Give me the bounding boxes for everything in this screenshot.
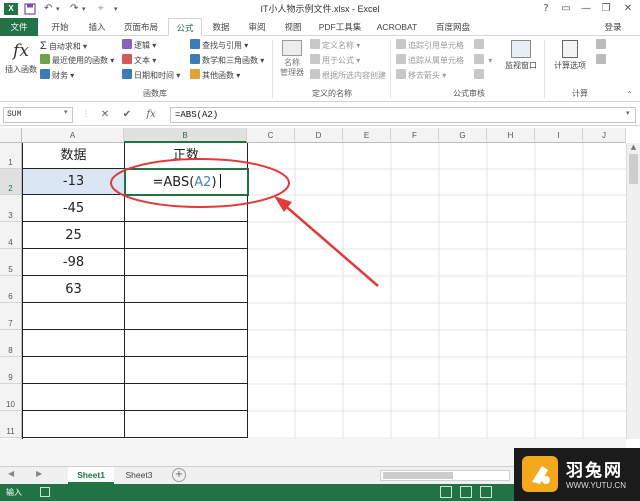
vertical-scrollbar[interactable]: ▲ — [626, 143, 640, 439]
vertical-scroll-thumb[interactable] — [629, 154, 638, 184]
status-mode: 输入 — [6, 488, 22, 497]
annotation-overlay — [110, 158, 379, 287]
scroll-up-icon[interactable]: ▲ — [627, 143, 640, 151]
horizontal-scrollbar[interactable] — [380, 470, 510, 481]
prev-sheet-icon[interactable]: ◀ — [8, 469, 14, 478]
horizontal-scroll-thumb[interactable] — [383, 472, 453, 479]
rabbit-logo-icon — [522, 456, 558, 492]
watermark-url: WWW.YUTU.CN — [566, 481, 626, 490]
next-sheet-icon[interactable]: ▶ — [36, 469, 42, 478]
annotation-ellipse — [110, 158, 290, 208]
macro-record-icon[interactable] — [40, 487, 50, 497]
annotation-arrow-line — [281, 202, 379, 287]
sheet-tab-sheet1[interactable]: Sheet1 — [68, 467, 114, 484]
page-layout-view-icon[interactable] — [460, 486, 472, 498]
new-sheet-button[interactable]: + — [172, 468, 186, 482]
normal-view-icon[interactable] — [440, 486, 452, 498]
watermark-brand: 羽兔网 — [566, 461, 623, 481]
watermark: 羽兔网 WWW.YUTU.CN — [514, 448, 640, 501]
page-break-view-icon[interactable] — [480, 486, 492, 498]
sheet-tab-sheet3[interactable]: Sheet3 — [118, 467, 160, 484]
